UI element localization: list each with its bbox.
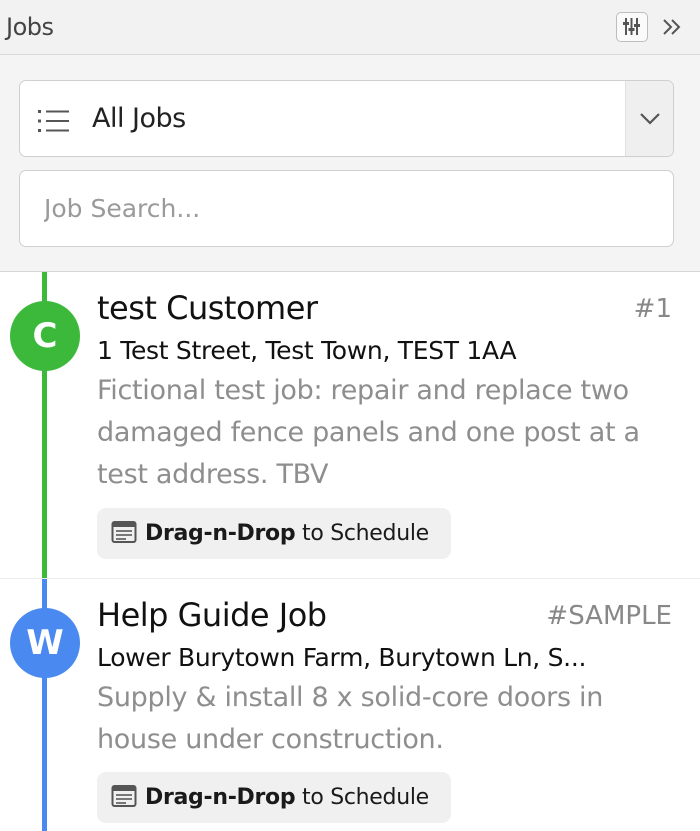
- avatar: W: [10, 608, 80, 678]
- panel-title: Jobs: [6, 13, 54, 41]
- calendar-icon: [111, 784, 137, 812]
- job-number: #SAMPLE: [546, 601, 672, 631]
- job-card[interactable]: C test Customer #1 1 Test Street, Test T…: [0, 272, 700, 579]
- customer-name: test Customer: [97, 289, 318, 327]
- job-card[interactable]: W Help Guide Job #SAMPLE Lower Burytown …: [0, 579, 700, 831]
- drag-to-schedule-label: Drag-n-Drop to Schedule: [145, 521, 429, 546]
- panel-header: Jobs: [0, 0, 700, 55]
- list-icon: [38, 109, 70, 137]
- job-address: Lower Burytown Farm, Burytown Ln, S...: [97, 643, 587, 672]
- job-filter-select[interactable]: All Jobs: [19, 80, 674, 157]
- job-description: Supply & install 8 x solid-core doors in…: [97, 682, 604, 755]
- filter-sliders-icon[interactable]: [616, 12, 648, 42]
- drag-to-schedule-label: Drag-n-Drop to Schedule: [145, 785, 429, 810]
- drag-to-schedule-button[interactable]: Drag-n-Drop to Schedule: [97, 508, 451, 559]
- avatar: C: [10, 301, 80, 371]
- job-list: C test Customer #1 1 Test Street, Test T…: [0, 271, 700, 831]
- job-number: #1: [633, 294, 672, 324]
- job-address: 1 Test Street, Test Town, TEST 1AA: [97, 336, 517, 365]
- drag-to-schedule-button[interactable]: Drag-n-Drop to Schedule: [97, 772, 451, 823]
- chevron-down-icon[interactable]: [625, 81, 673, 156]
- customer-name: Help Guide Job: [97, 596, 327, 634]
- job-description: Fictional test job: repair and replace t…: [97, 375, 640, 490]
- calendar-icon: [111, 520, 137, 548]
- double-chevron-right-icon[interactable]: [657, 12, 687, 42]
- filter-selected-value: All Jobs: [92, 103, 186, 134]
- job-search-input[interactable]: [19, 170, 674, 247]
